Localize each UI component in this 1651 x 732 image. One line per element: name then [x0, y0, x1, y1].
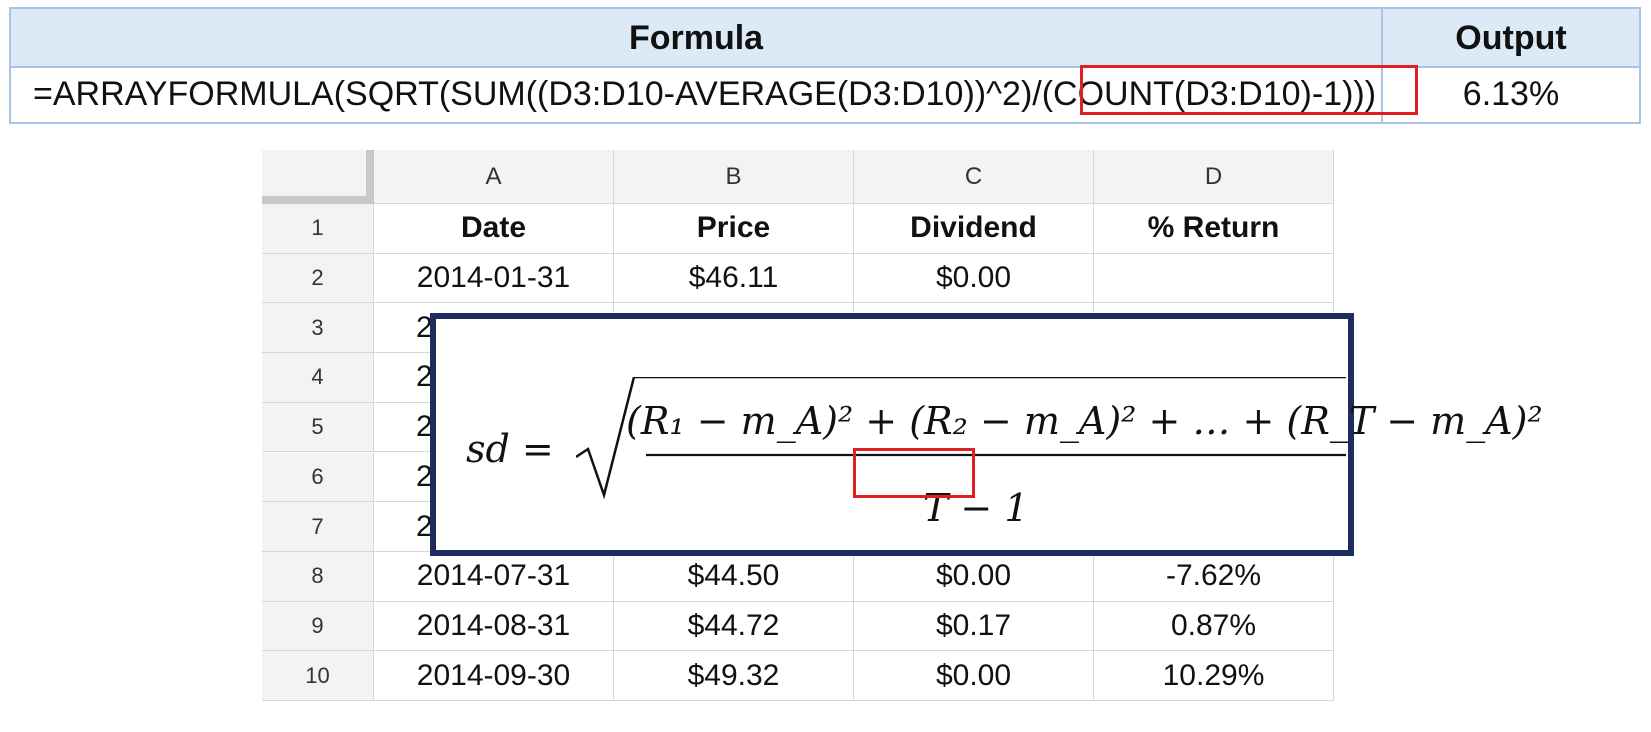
row-header-5[interactable]: 5	[262, 402, 374, 453]
row-header-6[interactable]: 6	[262, 452, 374, 503]
table-cell[interactable]: 2014-07-31	[374, 551, 614, 602]
row-header-1[interactable]: 1	[262, 204, 374, 254]
column-header-b[interactable]: B	[614, 150, 854, 204]
table-header-cell[interactable]: Price	[614, 204, 854, 254]
table-cell[interactable]: -7.62%	[1094, 551, 1334, 602]
equation-numerator: (R₁ − m_A)² + (R₂ − m_A)² + … + (R_T − m…	[626, 399, 1543, 443]
row-header-9[interactable]: 9	[262, 601, 374, 652]
column-header-d[interactable]: D	[1094, 150, 1334, 204]
table-header-cell[interactable]: Dividend	[854, 204, 1094, 254]
table-cell[interactable]: $0.00	[854, 551, 1094, 602]
table-header-cell[interactable]: % Return	[1094, 204, 1334, 254]
row-header-4[interactable]: 4	[262, 353, 374, 403]
output-value: 6.13%	[1462, 75, 1560, 113]
table-cell[interactable]: 2014-08-31	[374, 601, 614, 652]
row-header-3[interactable]: 3	[262, 303, 374, 354]
table-cell[interactable]: $49.32	[614, 651, 854, 701]
table-cell[interactable]: $44.50	[614, 551, 854, 602]
row-header-2[interactable]: 2	[262, 253, 374, 304]
column-header-c[interactable]: C	[854, 150, 1094, 204]
table-header-cell[interactable]: Date	[374, 204, 614, 254]
table-cell[interactable]: 2014-01-31	[374, 253, 614, 304]
equation-box: sd = (R₁ − m_A)² + (R₂ − m_A)² + … + (R_…	[430, 313, 1543, 556]
column-header-a[interactable]: A	[374, 150, 614, 204]
table-cell[interactable]: $44.72	[614, 601, 854, 652]
row-header-8[interactable]: 8	[262, 551, 374, 602]
table-cell[interactable]: $0.00	[854, 651, 1094, 701]
output-header-label: Output	[1455, 18, 1567, 57]
table-cell[interactable]	[1094, 253, 1334, 304]
formula-header: Formula	[11, 9, 1381, 67]
table-cell[interactable]: $46.11	[614, 253, 854, 304]
table-cell[interactable]: 2014-09-30	[374, 651, 614, 701]
denominator-highlight-box	[853, 448, 975, 498]
output-header: Output	[1383, 9, 1639, 67]
select-all-corner[interactable]	[262, 150, 374, 204]
row-header-10[interactable]: 10	[262, 651, 374, 701]
output-cell: 6.13%	[1383, 67, 1639, 122]
table-cell[interactable]: 0.87%	[1094, 601, 1334, 652]
table-cell[interactable]: 10.29%	[1094, 651, 1334, 701]
row-header-7[interactable]: 7	[262, 502, 374, 552]
equation-lhs: sd =	[466, 427, 554, 471]
formula-header-label: Formula	[628, 18, 764, 57]
table-cell[interactable]: $0.17	[854, 601, 1094, 652]
count-highlight-box	[1080, 65, 1418, 115]
freeze-bar-horizontal[interactable]	[262, 196, 374, 204]
table-cell[interactable]: $0.00	[854, 253, 1094, 304]
